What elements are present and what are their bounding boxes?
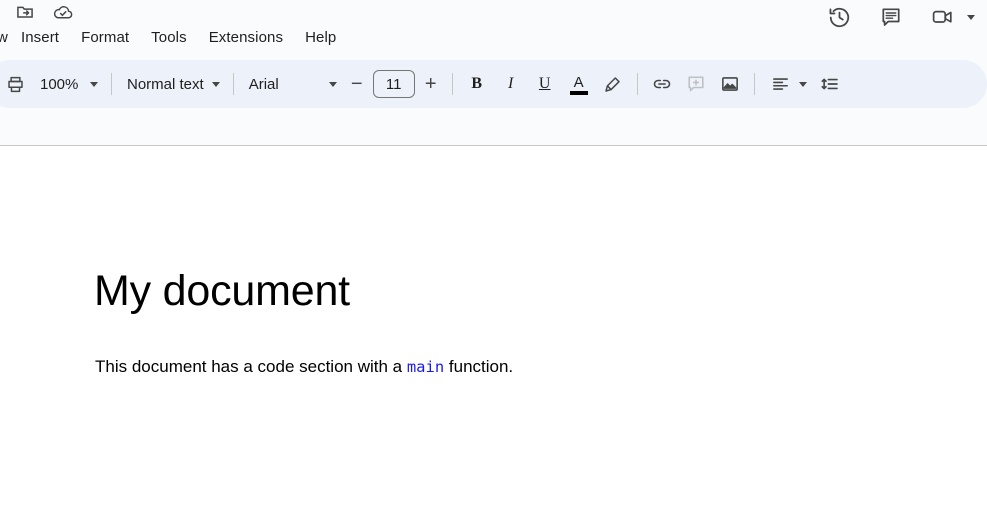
font-family-value: Arial xyxy=(248,75,279,93)
meet-camera-button[interactable] xyxy=(930,4,975,30)
header-actions xyxy=(826,0,975,34)
text-color-button[interactable]: A xyxy=(562,67,596,101)
font-family-dropdown[interactable]: Arial xyxy=(241,67,343,101)
text-color-label: A xyxy=(573,73,584,91)
insert-image-button[interactable] xyxy=(713,67,747,101)
highlight-color-button[interactable] xyxy=(596,67,630,101)
menu-format[interactable]: Format xyxy=(70,26,140,49)
toolbar-divider xyxy=(636,73,638,95)
zoom-level-value: 100% xyxy=(40,75,79,93)
version-history-icon[interactable] xyxy=(826,4,852,30)
font-size-input[interactable]: 11 xyxy=(372,70,415,98)
text-color-swatch xyxy=(569,90,588,95)
menu-tools[interactable]: Tools xyxy=(140,26,198,49)
chevron-down-icon xyxy=(798,81,807,87)
inline-code-main: main xyxy=(406,358,445,376)
menu-insert[interactable]: Insert xyxy=(10,26,70,49)
toolbar-divider xyxy=(232,73,234,95)
paragraph-style-value: Normal text xyxy=(127,75,204,93)
bold-button[interactable]: B xyxy=(460,67,494,101)
menu-help[interactable]: Help xyxy=(294,26,347,49)
insert-link-icon xyxy=(651,73,673,95)
underline-button[interactable]: U xyxy=(528,67,562,101)
paragraph-text-before: This document has a code section with a xyxy=(95,357,407,376)
toolbar-divider xyxy=(111,73,112,95)
paragraph-style-dropdown[interactable]: Normal text xyxy=(119,67,226,101)
menu-extensions[interactable]: Extensions xyxy=(198,26,294,49)
toolbar-divider xyxy=(753,73,755,95)
print-icon[interactable] xyxy=(0,67,32,101)
zoom-dropdown[interactable]: 100% xyxy=(32,67,104,101)
decrease-font-size-button[interactable]: − xyxy=(343,69,371,99)
toolbar-region: 100% Normal text Arial − 11 + B I U A xyxy=(0,58,987,128)
italic-button[interactable]: I xyxy=(494,67,528,101)
highlight-pen-icon xyxy=(602,74,623,95)
line-spacing-button[interactable] xyxy=(813,67,847,101)
saved-to-drive-icon[interactable] xyxy=(52,1,74,23)
paragraph-text-after: function. xyxy=(444,357,514,376)
toolbar-divider xyxy=(451,73,453,95)
meet-camera-icon[interactable] xyxy=(930,4,956,30)
chevron-down-icon xyxy=(328,81,337,87)
app-header: w Insert Format Tools Extensions Help xyxy=(0,0,987,58)
move-to-folder-icon[interactable] xyxy=(14,1,36,23)
increase-font-size-button[interactable]: + xyxy=(417,69,445,99)
line-spacing-icon xyxy=(819,73,841,95)
formatting-toolbar: 100% Normal text Arial − 11 + B I U A xyxy=(0,60,987,108)
insert-image-icon xyxy=(719,73,741,95)
print-glyph-icon xyxy=(5,74,26,95)
menu-view[interactable]: w xyxy=(0,26,10,49)
font-size-stepper: − 11 + xyxy=(343,69,445,99)
document-ruler[interactable] xyxy=(0,128,987,146)
body-paragraph: This document has a code section with a … xyxy=(95,356,513,379)
chevron-down-icon xyxy=(211,81,220,87)
insert-link-button[interactable] xyxy=(645,67,679,101)
page-title: My document xyxy=(94,267,350,315)
document-canvas[interactable]: My document This document has a code sec… xyxy=(0,146,987,521)
document-meta-icons xyxy=(14,0,74,24)
align-dropdown[interactable] xyxy=(762,67,813,101)
chevron-down-icon[interactable] xyxy=(967,14,975,20)
align-left-icon xyxy=(770,74,791,95)
chevron-down-icon xyxy=(90,81,98,87)
menu-bar: w Insert Format Tools Extensions Help xyxy=(0,22,347,52)
add-comment-icon xyxy=(685,73,707,95)
add-comment-button[interactable] xyxy=(679,67,713,101)
show-comments-icon[interactable] xyxy=(878,4,904,30)
